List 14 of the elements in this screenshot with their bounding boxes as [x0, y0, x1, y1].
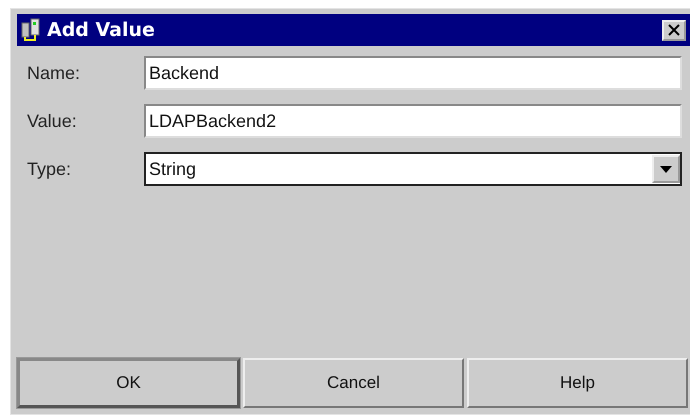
dropdown-arrow-button[interactable]	[652, 155, 680, 183]
dropdown[interactable]: String	[144, 152, 682, 186]
close-button[interactable]	[662, 20, 686, 40]
close-icon	[667, 24, 681, 36]
dialog-button[interactable]: Help	[467, 358, 688, 408]
text-field[interactable]: Backend	[144, 56, 682, 90]
field-label: Name:	[27, 62, 82, 84]
field-label: Value:	[27, 110, 78, 132]
field-label: Type:	[27, 158, 72, 180]
dialog-button[interactable]: OK	[17, 358, 240, 408]
dialog-button[interactable]: Cancel	[243, 358, 464, 408]
window-title: Add Value	[47, 19, 156, 41]
caret-icon	[660, 166, 672, 172]
text-field[interactable]: LDAPBackend2	[144, 104, 682, 138]
